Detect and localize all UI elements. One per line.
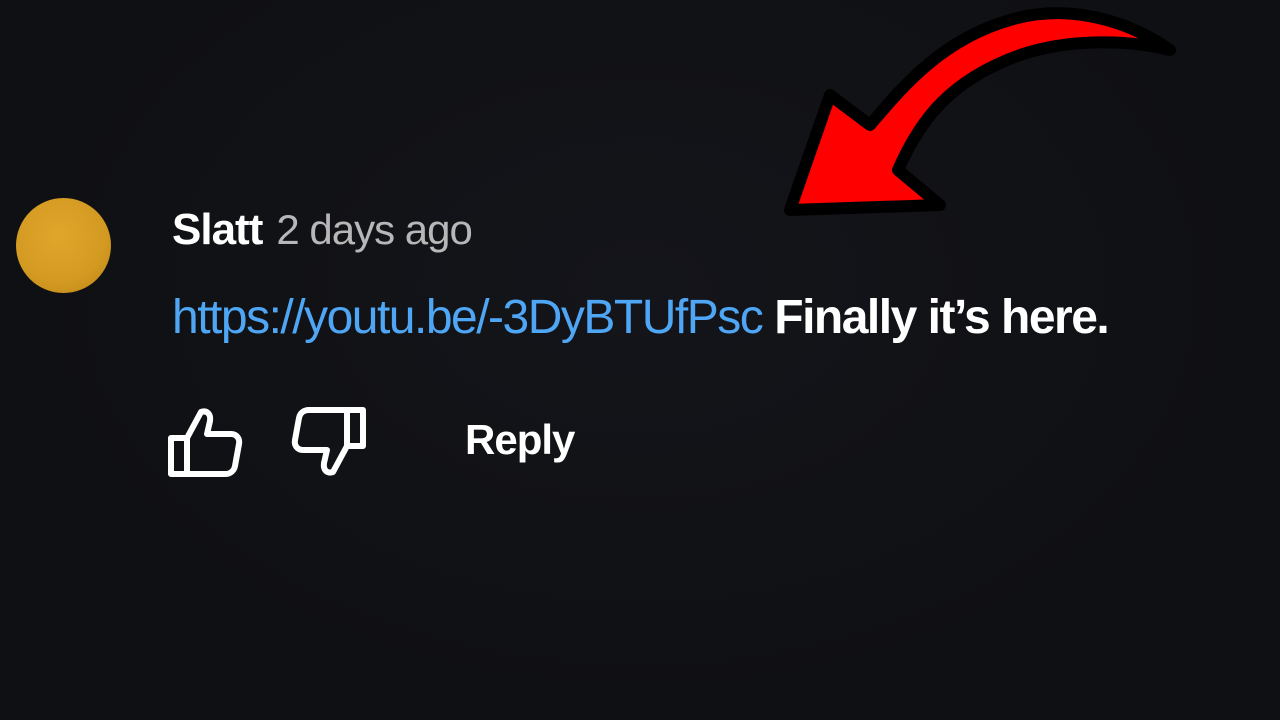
comment-timestamp[interactable]: 2 days ago (276, 206, 472, 254)
comment-body: https://youtu.be/-3DyBTUfPsc Finally it’s… (172, 290, 1110, 345)
video-frame: Slatt 2 days ago https://youtu.be/-3DyBT… (0, 0, 1280, 720)
author-name[interactable]: Slatt (172, 205, 263, 255)
thumbs-down-icon (291, 407, 366, 476)
avatar[interactable] (16, 198, 111, 293)
curved-arrow-icon (784, 7, 1176, 216)
reply-button[interactable]: Reply (465, 416, 575, 464)
dislike-button[interactable] (289, 402, 369, 482)
thumbs-up-icon (168, 408, 243, 477)
comment-link[interactable]: https://youtu.be/-3DyBTUfPsc (172, 291, 764, 344)
comment-text: Finally it’s here. (774, 291, 1110, 344)
like-button[interactable] (165, 402, 245, 482)
comment-header: Slatt 2 days ago (172, 205, 473, 265)
